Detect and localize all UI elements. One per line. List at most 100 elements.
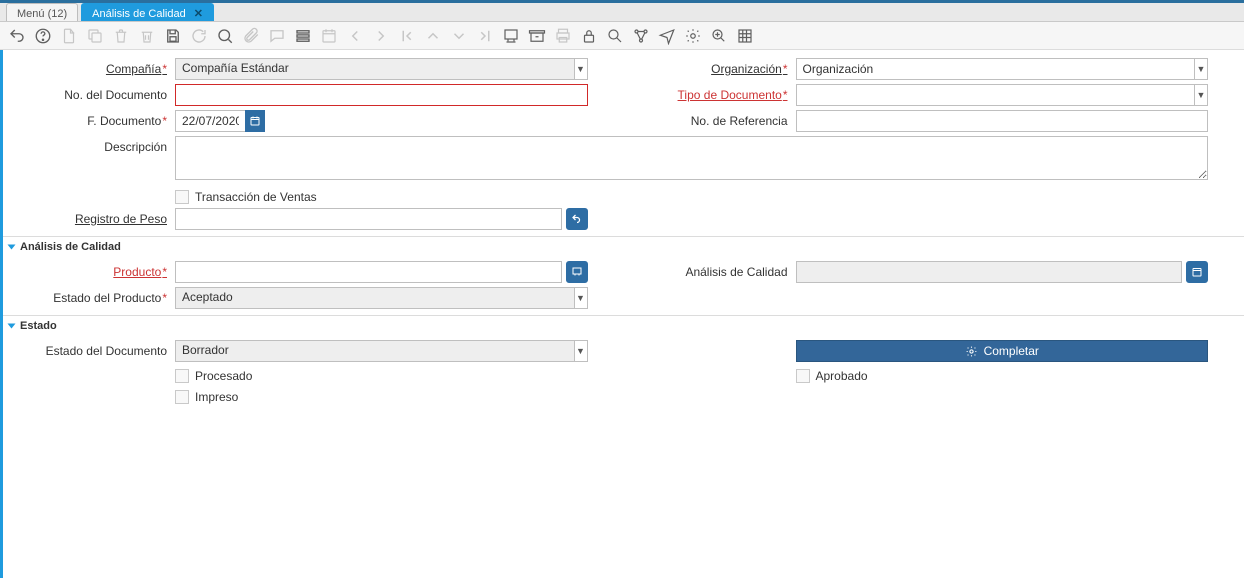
doc-state-select[interactable]: Borrador ▼ bbox=[175, 340, 588, 362]
label-product[interactable]: Producto bbox=[3, 261, 175, 279]
description-input[interactable] bbox=[175, 136, 1208, 180]
weight-input[interactable] bbox=[175, 208, 562, 230]
prev-icon bbox=[344, 25, 366, 47]
printed-label: Impreso bbox=[195, 390, 238, 404]
label-doc-state: Estado del Documento bbox=[3, 340, 175, 358]
grid-toggle-icon[interactable] bbox=[292, 25, 314, 47]
tab-quality-label: Análisis de Calidad bbox=[92, 8, 186, 20]
last-icon bbox=[474, 25, 496, 47]
search-icon[interactable] bbox=[214, 25, 236, 47]
collapse-icon bbox=[8, 245, 16, 250]
section-state-title: Estado bbox=[20, 320, 57, 332]
collapse-icon bbox=[8, 324, 16, 329]
form-content: Compañía Compañía Estándar ▼ Organizació… bbox=[0, 50, 1244, 578]
approved-checkbox[interactable] bbox=[796, 369, 810, 383]
label-docdate: F. Documento bbox=[3, 110, 175, 128]
tab-menu[interactable]: Menú (12) bbox=[6, 3, 78, 21]
sales-trx-label: Transacción de Ventas bbox=[195, 190, 317, 204]
chevron-down-icon[interactable]: ▼ bbox=[574, 58, 588, 80]
request-icon[interactable] bbox=[656, 25, 678, 47]
processed-checkbox[interactable] bbox=[175, 369, 189, 383]
tab-menu-label: Menú (12) bbox=[17, 8, 67, 20]
refno-input[interactable] bbox=[796, 110, 1209, 132]
up-icon bbox=[422, 25, 444, 47]
section-state: Estado Estado del Documento Borrador ▼ C… bbox=[3, 315, 1244, 404]
tab-quality-analysis[interactable]: Análisis de Calidad ✕ bbox=[81, 3, 214, 21]
product-info-icon[interactable] bbox=[708, 25, 730, 47]
company-select[interactable]: Compañía Estándar ▼ bbox=[175, 58, 588, 80]
quality-value bbox=[796, 261, 1183, 283]
complete-button-label: Completar bbox=[984, 344, 1039, 358]
section-quality-title: Análisis de Calidad bbox=[20, 241, 121, 253]
next-icon bbox=[370, 25, 392, 47]
doctype-select[interactable]: ▼ bbox=[796, 84, 1209, 106]
section-quality-header[interactable]: Análisis de Calidad bbox=[3, 241, 1244, 253]
undo-icon[interactable] bbox=[6, 25, 28, 47]
chevron-down-icon[interactable]: ▼ bbox=[1194, 84, 1208, 106]
section-state-header[interactable]: Estado bbox=[3, 320, 1244, 332]
label-org[interactable]: Organización bbox=[624, 58, 796, 76]
label-empty bbox=[3, 187, 175, 191]
chevron-down-icon[interactable]: ▼ bbox=[574, 287, 588, 309]
org-input[interactable] bbox=[796, 58, 1195, 80]
first-icon bbox=[396, 25, 418, 47]
product-input[interactable] bbox=[175, 261, 562, 283]
label-docno: No. del Documento bbox=[3, 84, 175, 102]
delete-icon bbox=[110, 25, 132, 47]
label-empty bbox=[624, 366, 796, 370]
product-lookup[interactable] bbox=[175, 261, 588, 283]
chat-icon bbox=[266, 25, 288, 47]
calendar-icon bbox=[318, 25, 340, 47]
label-empty bbox=[624, 340, 796, 344]
down-icon bbox=[448, 25, 470, 47]
product-state-select[interactable]: Aceptado ▼ bbox=[175, 287, 588, 309]
label-quality: Análisis de Calidad bbox=[624, 261, 796, 279]
processed-label: Procesado bbox=[195, 369, 252, 383]
gear-icon[interactable] bbox=[682, 25, 704, 47]
label-weight[interactable]: Registro de Peso bbox=[3, 208, 175, 226]
complete-button[interactable]: Completar bbox=[796, 340, 1209, 362]
label-description: Descripción bbox=[3, 136, 175, 154]
approved-label: Aprobado bbox=[816, 369, 868, 383]
calendar-picker-icon[interactable] bbox=[245, 110, 265, 132]
workflow-icon[interactable] bbox=[630, 25, 652, 47]
product-lookup-button[interactable] bbox=[566, 261, 588, 283]
chevron-down-icon[interactable]: ▼ bbox=[574, 340, 588, 362]
new-icon bbox=[58, 25, 80, 47]
print-icon bbox=[552, 25, 574, 47]
label-company[interactable]: Compañía bbox=[3, 58, 175, 76]
save-icon[interactable] bbox=[162, 25, 184, 47]
docdate-input[interactable] bbox=[175, 110, 245, 132]
product-state-value: Aceptado bbox=[175, 287, 574, 309]
docno-input[interactable] bbox=[175, 84, 588, 106]
company-value: Compañía Estándar bbox=[175, 58, 574, 80]
weight-lookup[interactable] bbox=[175, 208, 588, 230]
label-doctype[interactable]: Tipo de Documento bbox=[624, 84, 796, 102]
attachment-icon bbox=[240, 25, 262, 47]
sales-trx-checkbox[interactable] bbox=[175, 190, 189, 204]
refresh-icon bbox=[188, 25, 210, 47]
tab-strip: Menú (12) Análisis de Calidad ✕ bbox=[0, 3, 1244, 22]
delete-selection-icon bbox=[136, 25, 158, 47]
docdate-field[interactable] bbox=[175, 110, 265, 132]
lock-icon[interactable] bbox=[578, 25, 600, 47]
weight-lookup-button[interactable] bbox=[566, 208, 588, 230]
chevron-down-icon[interactable]: ▼ bbox=[1194, 58, 1208, 80]
label-product-state: Estado del Producto bbox=[3, 287, 175, 305]
close-icon[interactable]: ✕ bbox=[194, 7, 203, 20]
report-icon[interactable] bbox=[500, 25, 522, 47]
doctype-input[interactable] bbox=[796, 84, 1195, 106]
printed-checkbox[interactable] bbox=[175, 390, 189, 404]
label-refno: No. de Referencia bbox=[624, 110, 796, 128]
quality-lookup[interactable] bbox=[796, 261, 1209, 283]
org-select[interactable]: ▼ bbox=[796, 58, 1209, 80]
label-empty bbox=[3, 387, 175, 391]
csv-import-icon[interactable] bbox=[734, 25, 756, 47]
zoom-across-icon[interactable] bbox=[604, 25, 626, 47]
label-empty bbox=[3, 366, 175, 370]
toolbar bbox=[0, 22, 1244, 50]
archive-icon[interactable] bbox=[526, 25, 548, 47]
help-icon[interactable] bbox=[32, 25, 54, 47]
doc-state-value: Borrador bbox=[175, 340, 574, 362]
quality-lookup-button[interactable] bbox=[1186, 261, 1208, 283]
